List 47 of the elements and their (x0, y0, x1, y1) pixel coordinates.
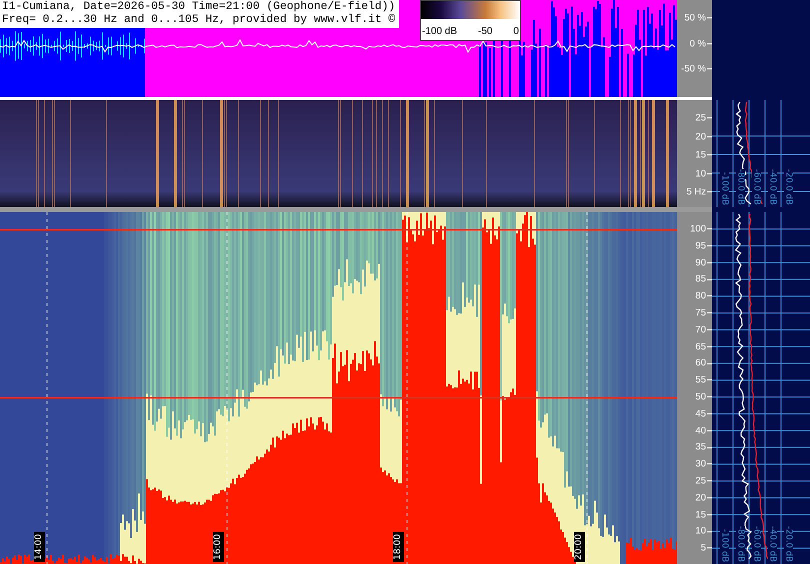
axis-label: 20 (695, 493, 706, 503)
axis-label: 85 (695, 274, 706, 284)
axis-label: 30 (695, 459, 706, 469)
db-label: -80.0 dB (736, 169, 744, 205)
axis-label: 95 (695, 241, 706, 251)
axis-label: 20 (695, 132, 706, 142)
db-label: -80.0 dB (736, 526, 744, 562)
db-label: -20.0 dB (784, 526, 792, 562)
db-label: -100 dB (720, 528, 728, 562)
axis-label: 5 (700, 543, 706, 553)
db-label: -40.0 dB (768, 169, 776, 205)
axis-label: 25 (695, 113, 706, 123)
axis-label: 15 (695, 150, 706, 160)
axis-label: 25 (695, 476, 706, 486)
scale-label: -50 (478, 27, 492, 37)
axis-label: 70 (695, 325, 706, 335)
axis-label: 55 (695, 375, 706, 385)
axis-label: 10 (695, 168, 706, 178)
time-label: 14:00 (34, 532, 45, 562)
db-label: -20.0 dB (784, 169, 792, 205)
axis-label: 75 (695, 308, 706, 318)
axis-label: 5 Hz (686, 187, 706, 197)
axis-label: 0 % (690, 38, 706, 48)
axis-label: 50 % (684, 13, 706, 23)
db-label: -60.0 dB (752, 169, 760, 205)
time-label: 18:00 (393, 532, 404, 562)
axis-label: 15 (695, 510, 706, 520)
axis-label: 10 (695, 526, 706, 536)
axis-label: 35 (695, 442, 706, 452)
axis-label: 100 (690, 224, 706, 234)
scale-label: -100 dB (422, 27, 458, 37)
axis-label: 60 (695, 358, 706, 368)
station-title: I1-Cumiana, Date=2026-05-30 Time=21:00 (Geophone/E-field)) (2, 1, 396, 14)
axis-label: 50 (695, 392, 706, 402)
axis-label: 45 (695, 409, 706, 419)
time-label: 20:00 (574, 532, 585, 562)
db-label: -60.0 dB (752, 526, 760, 562)
axis-label: 80 (695, 291, 706, 301)
axis-label: 40 (695, 426, 706, 436)
frequency-caption: Freq= 0.2...30 Hz and 0...105 Hz, provided by www.vlf.it © (2, 14, 396, 27)
axis-label: 65 (695, 342, 706, 352)
axis-label: 90 (695, 258, 706, 268)
time-label: 16:00 (213, 532, 224, 562)
db-label: -100 dB (720, 172, 728, 205)
db-label: -40.0 dB (768, 526, 776, 562)
scale-label: 0 (513, 27, 519, 37)
axis-label: -50 % (681, 64, 706, 74)
